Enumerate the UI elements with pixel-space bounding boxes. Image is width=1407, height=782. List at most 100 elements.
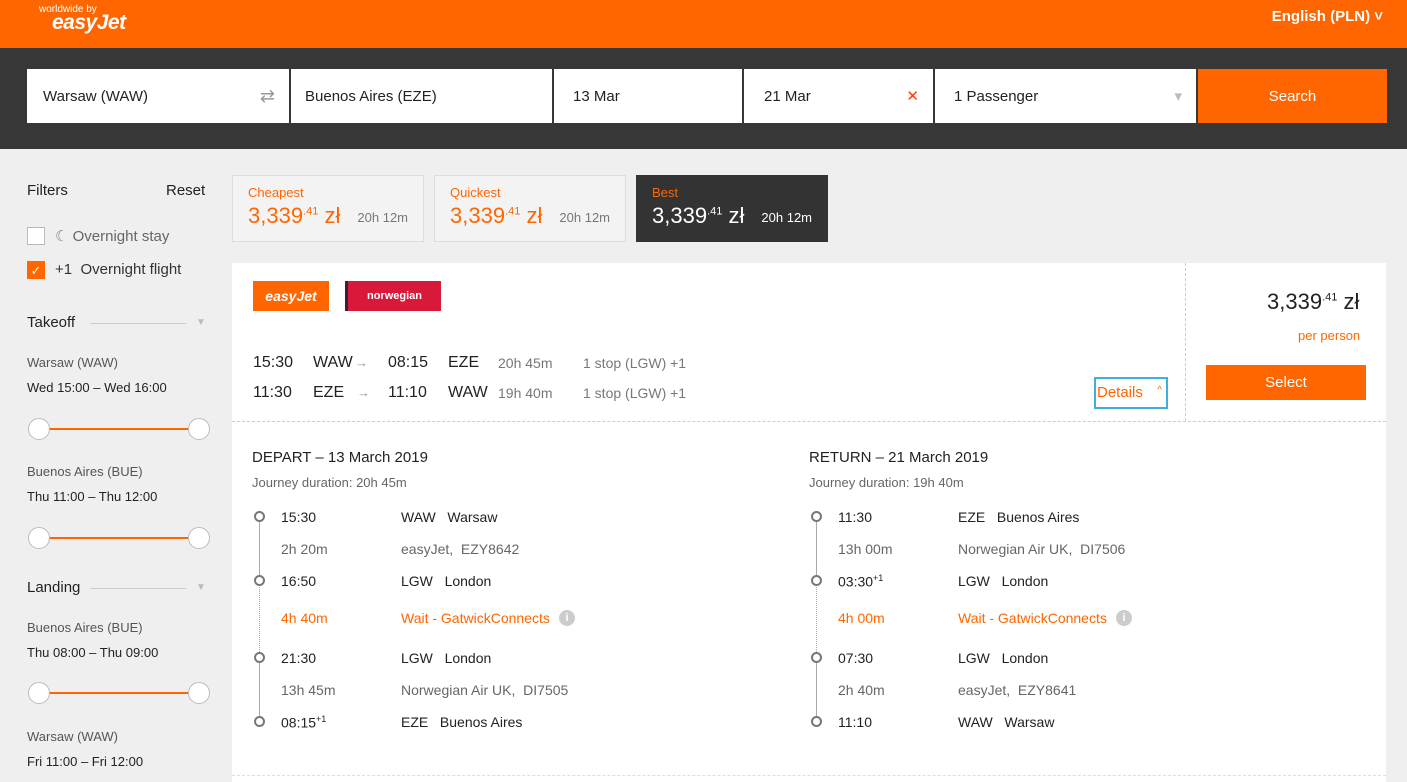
origin-field[interactable]: Warsaw (WAW) ⇄	[27, 69, 289, 123]
inbound-arr-time: 11:10	[388, 384, 427, 401]
slider-handle-min[interactable]	[28, 682, 50, 704]
return-date-field[interactable]: 21 Mar ✕	[744, 69, 933, 123]
takeoff-origin-range: Wed 15:00 – Wed 16:00	[27, 380, 167, 395]
sort-tab-quickest[interactable]: Quickest 3,339.41 zł 20h 12m	[434, 175, 626, 242]
landing-origin-label: Warsaw (WAW)	[27, 729, 118, 744]
timeline-stop-dot	[254, 511, 265, 522]
outbound-destination: EZE	[448, 354, 480, 371]
overnight-stay-label: ☾ Overnight stay	[55, 228, 170, 245]
stop-airport: WAW Warsaw	[401, 509, 498, 525]
takeoff-dest-slider[interactable]	[39, 537, 199, 539]
result-price: 3,339.41 zł	[1267, 289, 1360, 314]
info-icon[interactable]: i	[559, 610, 575, 626]
passengers-value: 1 Passenger	[954, 87, 1039, 105]
wait-gatwickconnects-link[interactable]: Wait - GatwickConnects	[958, 610, 1107, 626]
slider-handle-max[interactable]	[188, 418, 210, 440]
outbound-dep-time: 15:30	[253, 354, 294, 371]
filters-title: Filters	[27, 182, 68, 199]
timeline-line	[259, 658, 260, 722]
language-selector[interactable]: English (PLN) ˅	[1272, 8, 1383, 25]
landing-title[interactable]: Landing	[27, 579, 80, 596]
stop-airport: LGW London	[401, 573, 492, 589]
takeoff-dest-label: Buenos Aires (BUE)	[27, 464, 143, 479]
stop-time: 11:10	[838, 714, 872, 730]
slider-handle-min[interactable]	[28, 418, 50, 440]
arrow-right-icon: →	[355, 355, 368, 370]
timeline-stop-dot	[811, 575, 822, 586]
clear-date-icon[interactable]: ✕	[906, 87, 919, 105]
timeline-line	[259, 519, 260, 581]
top-header: worldwide by easyJet English (PLN) ˅	[0, 0, 1407, 48]
select-button[interactable]: Select	[1206, 365, 1366, 400]
takeoff-title[interactable]: Takeoff	[27, 314, 75, 331]
inbound-duration: 19h 40m	[498, 385, 553, 401]
slider-handle-max[interactable]	[188, 527, 210, 549]
reset-link[interactable]: Reset	[166, 182, 205, 199]
depart-date-field[interactable]: 13 Mar	[554, 69, 742, 123]
slider-handle-min[interactable]	[28, 527, 50, 549]
sort-tab-duration: 20h 12m	[761, 210, 812, 225]
passengers-field[interactable]: 1 Passenger ▾	[935, 69, 1196, 123]
chevron-down-icon[interactable]: ▼	[196, 317, 206, 328]
landing-dest-label: Buenos Aires (BUE)	[27, 620, 143, 635]
divider	[232, 421, 1386, 422]
return-date-value: 21 Mar	[764, 87, 811, 105]
timeline-line	[816, 658, 817, 722]
section-divider	[90, 323, 186, 324]
sort-tab-best[interactable]: Best 3,339.41 zł 20h 12m	[636, 175, 828, 242]
stop-time: 16:50	[281, 573, 317, 589]
overnight-flight-checkbox[interactable]: ✓	[27, 261, 45, 279]
flight-duration: 2h 20m	[281, 541, 328, 557]
takeoff-dest-range: Thu 11:00 – Thu 12:00	[27, 489, 158, 504]
stop-airport: EZE Buenos Aires	[401, 714, 523, 730]
stop-time: 03:30+1	[838, 573, 884, 590]
outbound-duration: 20h 45m	[498, 355, 553, 371]
timeline-stop-dot	[254, 575, 265, 586]
stop-airport: EZE Buenos Aires	[958, 509, 1080, 525]
wait-duration: 4h 40m	[281, 610, 328, 626]
landing-dest-range: Thu 08:00 – Thu 09:00	[27, 645, 159, 660]
landing-dest-slider[interactable]	[39, 692, 199, 694]
inbound-dep-time: 11:30	[253, 384, 292, 401]
stop-time: 21:30	[281, 650, 317, 666]
arrow-right-icon: →	[357, 385, 370, 400]
norwegian-airline-logo: norwegian	[345, 281, 441, 311]
stop-time: 08:15+1	[281, 714, 327, 731]
timeline-stop-dot	[254, 652, 265, 663]
easyjet-logo[interactable]: easyJet	[52, 11, 126, 35]
divider	[232, 775, 1386, 776]
timeline-stop-dot	[811, 652, 822, 663]
takeoff-origin-label: Warsaw (WAW)	[27, 355, 118, 370]
slider-handle-max[interactable]	[188, 682, 210, 704]
chevron-down-icon[interactable]: ▼	[196, 582, 206, 593]
swap-icon[interactable]: ⇄	[260, 86, 275, 107]
chevron-up-icon: ^	[1157, 385, 1162, 396]
takeoff-origin-slider[interactable]	[39, 428, 199, 430]
origin-value: Warsaw (WAW)	[43, 87, 148, 105]
per-person-label: per person	[1298, 328, 1361, 343]
search-button[interactable]: Search	[1198, 69, 1387, 123]
flight-duration: 13h 00m	[838, 541, 893, 557]
sort-tab-label: Quickest	[450, 185, 501, 200]
stop-time: 07:30	[838, 650, 874, 666]
details-button[interactable]: Details ^	[1094, 377, 1168, 409]
overnight-stay-checkbox[interactable]	[27, 227, 45, 245]
destination-field[interactable]: Buenos Aires (EZE)	[291, 69, 552, 123]
landing-origin-range: Fri 11:00 – Fri 12:00	[27, 754, 144, 769]
divider	[1185, 263, 1186, 421]
flight-info: easyJet, EZY8642	[401, 541, 520, 557]
check-icon: ✓	[30, 263, 42, 278]
destination-value: Buenos Aires (EZE)	[305, 87, 437, 105]
sort-tab-label: Best	[652, 185, 679, 200]
wait-gatwickconnects-link[interactable]: Wait - GatwickConnects	[401, 610, 550, 626]
outbound-origin: WAW	[313, 354, 353, 371]
outbound-stops: 1 stop (LGW) +1	[583, 355, 687, 371]
info-icon[interactable]: i	[1116, 610, 1132, 626]
timeline-line	[816, 519, 817, 581]
search-bar: Warsaw (WAW) ⇄ Buenos Aires (EZE) 13 Mar…	[0, 48, 1407, 149]
stop-airport: LGW London	[958, 573, 1049, 589]
wait-duration: 4h 00m	[838, 610, 885, 626]
stop-airport: LGW London	[401, 650, 492, 666]
overnight-flight-label: +1 Overnight flight	[55, 261, 182, 278]
sort-tab-cheapest[interactable]: Cheapest 3,339.41 zł 20h 12m	[232, 175, 424, 242]
